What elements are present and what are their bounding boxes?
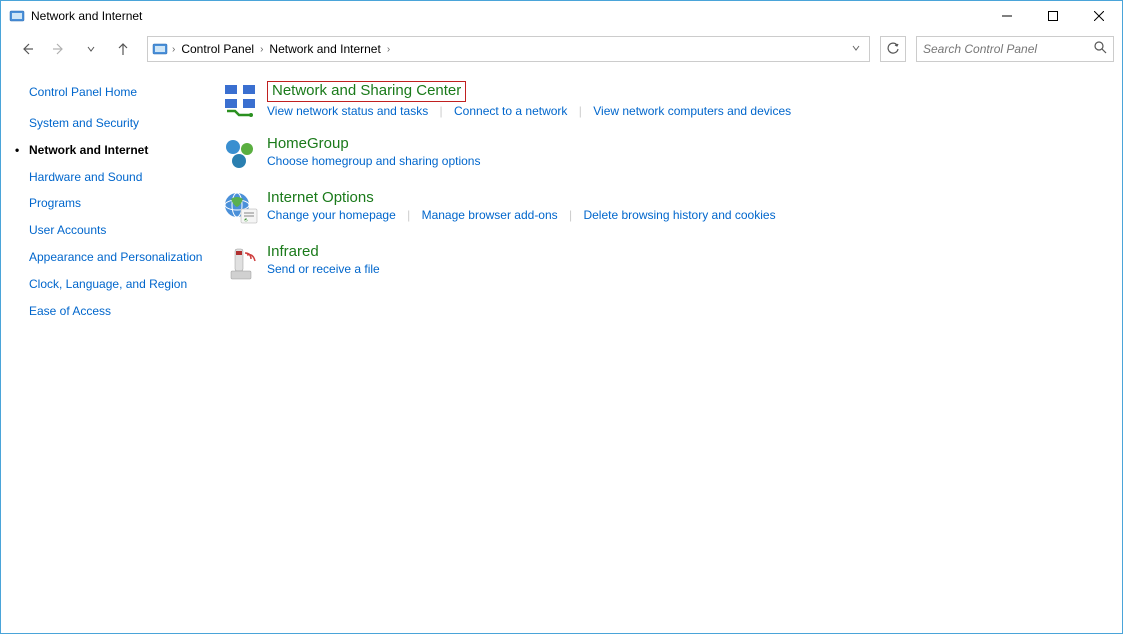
recent-dropdown[interactable] (77, 35, 105, 63)
navbar: › Control Panel › Network and Internet › (1, 31, 1122, 67)
sidebar-item-ease-of-access[interactable]: Ease of Access (29, 303, 215, 320)
control-panel-home-link[interactable]: Control Panel Home (29, 85, 215, 99)
infrared-icon (221, 243, 261, 283)
network-sharing-center-title[interactable]: Network and Sharing Center (267, 81, 466, 102)
sidebar: Control Panel Home System and Security N… (1, 67, 215, 633)
sidebar-item-appearance[interactable]: Appearance and Personalization (29, 249, 215, 266)
category-internet-options: Internet Options Change your homepage | … (221, 189, 1102, 229)
sidebar-item-clock-language[interactable]: Clock, Language, and Region (29, 276, 215, 293)
window-title: Network and Internet (31, 9, 142, 23)
search-icon[interactable] (1094, 41, 1107, 57)
breadcrumb-separator[interactable]: › (170, 44, 177, 55)
change-homepage-link[interactable]: Change your homepage (267, 208, 396, 222)
manage-addons-link[interactable]: Manage browser add-ons (422, 208, 558, 222)
category-infrared: Infrared Send or receive a file (221, 243, 1102, 283)
sidebar-item-hardware-sound[interactable]: Hardware and Sound (29, 169, 215, 186)
sidebar-item-system-security[interactable]: System and Security (29, 115, 215, 132)
homegroup-options-link[interactable]: Choose homegroup and sharing options (267, 154, 480, 168)
category-body: Infrared Send or receive a file (267, 243, 1102, 283)
close-button[interactable] (1076, 1, 1122, 31)
up-button[interactable] (109, 35, 137, 63)
category-homegroup: HomeGroup Choose homegroup and sharing o… (221, 135, 1102, 175)
main-panel: Network and Sharing Center View network … (215, 67, 1122, 633)
network-sharing-icon (221, 81, 261, 121)
search-box[interactable] (916, 36, 1114, 62)
back-button[interactable] (13, 35, 41, 63)
delete-history-link[interactable]: Delete browsing history and cookies (583, 208, 775, 222)
connect-network-link[interactable]: Connect to a network (454, 104, 567, 118)
address-dropdown[interactable] (847, 42, 865, 56)
category-body: Internet Options Change your homepage | … (267, 189, 1102, 229)
internet-options-title[interactable]: Internet Options (267, 189, 374, 206)
view-network-status-link[interactable]: View network status and tasks (267, 104, 428, 118)
category-links: Change your homepage | Manage browser ad… (267, 208, 1102, 222)
send-receive-file-link[interactable]: Send or receive a file (267, 262, 380, 276)
address-bar[interactable]: › Control Panel › Network and Internet › (147, 36, 870, 62)
sidebar-item-network-internet[interactable]: Network and Internet (29, 142, 215, 159)
maximize-button[interactable] (1030, 1, 1076, 31)
category-links: Choose homegroup and sharing options (267, 154, 1102, 168)
category-links: View network status and tasks | Connect … (267, 104, 1102, 118)
homegroup-title[interactable]: HomeGroup (267, 135, 349, 152)
category-links: Send or receive a file (267, 262, 1102, 276)
sidebar-item-programs[interactable]: Programs (29, 195, 215, 212)
refresh-button[interactable] (880, 36, 906, 62)
category-body: Network and Sharing Center View network … (267, 81, 1102, 121)
view-computers-devices-link[interactable]: View network computers and devices (593, 104, 791, 118)
sidebar-item-user-accounts[interactable]: User Accounts (29, 222, 215, 239)
infrared-title[interactable]: Infrared (267, 243, 319, 260)
internet-options-icon (221, 189, 261, 229)
breadcrumb-separator[interactable]: › (258, 44, 265, 55)
search-input[interactable] (923, 42, 1094, 56)
category-network-sharing: Network and Sharing Center View network … (221, 81, 1102, 121)
control-panel-icon (9, 8, 25, 24)
content-area: Control Panel Home System and Security N… (1, 67, 1122, 633)
titlebar: Network and Internet (1, 1, 1122, 31)
homegroup-icon (221, 135, 261, 175)
category-body: HomeGroup Choose homegroup and sharing o… (267, 135, 1102, 175)
breadcrumb-control-panel[interactable]: Control Panel (177, 42, 258, 56)
forward-button[interactable] (45, 35, 73, 63)
minimize-button[interactable] (984, 1, 1030, 31)
breadcrumb-separator[interactable]: › (385, 44, 392, 55)
breadcrumb-network-internet[interactable]: Network and Internet (265, 42, 384, 56)
location-icon (152, 41, 168, 57)
